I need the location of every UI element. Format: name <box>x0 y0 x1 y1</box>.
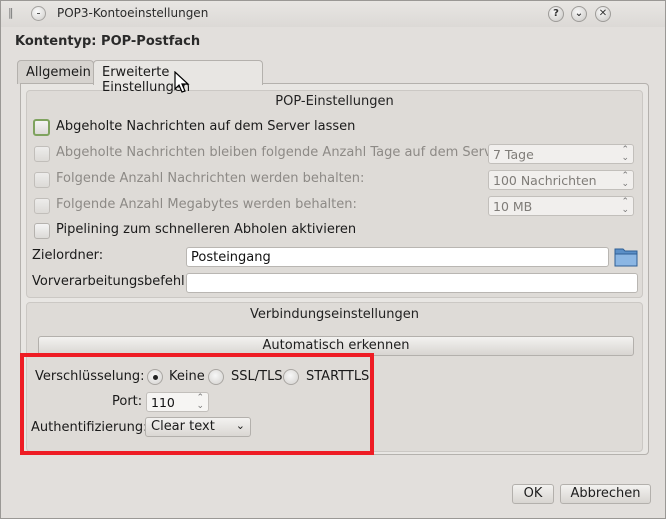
port-label: Port: <box>112 394 143 409</box>
keep-days-checkbox[interactable] <box>34 146 50 162</box>
auto-detect-button[interactable]: Automatisch erkennen <box>38 336 634 356</box>
keep-count-value: 100 Nachrichten <box>493 173 597 188</box>
dialog-window: ‖ POP3-Kontoeinstellungen ? ⌄ ✕ Kontenty… <box>0 0 666 519</box>
port-value: 110 <box>151 395 175 410</box>
pin-icon[interactable]: ‖ <box>8 6 14 20</box>
encryption-none-radio[interactable] <box>147 369 163 385</box>
auth-label: Authentifizierung: <box>31 420 148 435</box>
connection-settings-group: Verbindungseinstellungen Automatisch erk… <box>26 302 643 452</box>
account-type-label: Kontentyp: POP-Postfach <box>15 34 201 49</box>
leave-on-server-checkbox[interactable] <box>33 119 50 136</box>
encryption-ssl-label: SSL/TLS <box>231 369 283 384</box>
pop-settings-group: POP-Einstellungen Abgeholte Nachrichten … <box>26 90 643 298</box>
keep-mb-value: 10 MB <box>493 199 533 214</box>
encryption-ssl-radio[interactable] <box>208 369 224 385</box>
title-bar[interactable]: ‖ POP3-Kontoeinstellungen ? ⌄ ✕ <box>1 1 665 27</box>
spin-arrows-icon: ⌃ ⌄ <box>196 393 204 411</box>
connection-settings-title: Verbindungseinstellungen <box>250 307 419 322</box>
spin-arrows-icon: ⌃ ⌄ <box>621 171 629 189</box>
keep-days-value: 7 Tage <box>493 147 534 162</box>
keep-mb-spinbox[interactable]: 10 MB ⌃ ⌄ <box>488 196 634 216</box>
target-folder-input[interactable]: Posteingang <box>186 247 609 267</box>
pipelining-checkbox[interactable] <box>34 223 50 239</box>
tab-general[interactable]: Allgemein <box>17 60 94 84</box>
keep-days-label: Abgeholte Nachrichten bleiben folgende A… <box>56 145 506 160</box>
port-spinbox[interactable]: 110 ⌃ ⌄ <box>146 392 209 412</box>
keep-count-label: Folgende Anzahl Nachrichten werden behal… <box>56 171 365 186</box>
leave-on-server-label: Abgeholte Nachrichten auf dem Server las… <box>56 119 356 134</box>
encryption-none-label: Keine <box>169 369 205 384</box>
pop-settings-title: POP-Einstellungen <box>275 94 394 109</box>
window-title: POP3-Kontoeinstellungen <box>57 6 209 20</box>
help-button[interactable]: ? <box>548 6 564 22</box>
keep-mb-label: Folgende Anzahl Megabytes werden behalte… <box>56 197 357 212</box>
ok-button[interactable]: OK <box>512 484 554 504</box>
preprocess-input[interactable] <box>186 273 638 293</box>
folder-icon[interactable] <box>614 245 638 267</box>
preprocess-label: Vorverarbeitungsbefehl: <box>32 274 190 289</box>
auth-combobox[interactable]: Clear text ⌄ <box>145 417 251 437</box>
pipelining-label: Pipelining zum schnelleren Abholen aktiv… <box>56 222 357 237</box>
cancel-button[interactable]: Abbrechen <box>560 484 651 504</box>
spin-arrows-icon: ⌃ ⌄ <box>621 145 629 163</box>
encryption-label: Verschlüsselung: <box>35 369 145 384</box>
mouse-cursor-icon <box>174 71 190 93</box>
minimize-button[interactable]: ⌄ <box>571 6 587 22</box>
auth-value: Clear text <box>151 419 215 434</box>
keep-count-checkbox[interactable] <box>34 172 50 188</box>
tab-panel: POP-Einstellungen Abgeholte Nachrichten … <box>20 83 649 455</box>
keep-days-spinbox[interactable]: 7 Tage ⌃ ⌄ <box>488 144 634 164</box>
tab-general-label: Allgemein <box>26 65 91 80</box>
window-menu-icon[interactable] <box>31 6 46 21</box>
target-folder-label: Zielordner: <box>32 248 104 263</box>
keep-count-spinbox[interactable]: 100 Nachrichten ⌃ ⌄ <box>488 170 634 190</box>
spin-arrows-icon: ⌃ ⌄ <box>621 197 629 215</box>
close-button[interactable]: ✕ <box>595 6 611 22</box>
chevron-down-icon: ⌄ <box>235 419 245 432</box>
encryption-starttls-label: STARTTLS <box>306 369 370 384</box>
keep-mb-checkbox[interactable] <box>34 198 50 214</box>
encryption-starttls-radio[interactable] <box>283 369 299 385</box>
